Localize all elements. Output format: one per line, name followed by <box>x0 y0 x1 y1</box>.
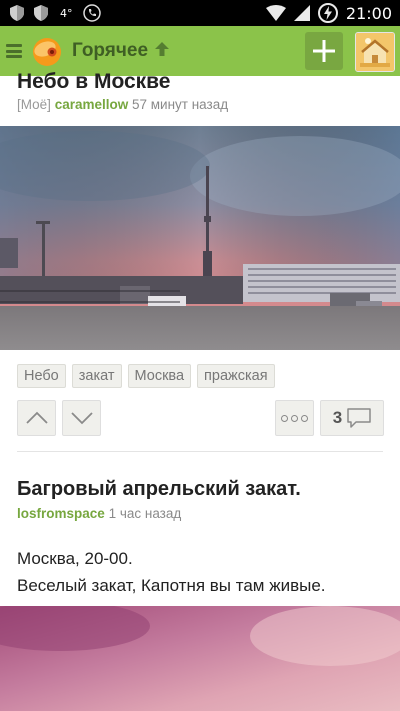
post-time: 57 минут назад <box>132 97 229 112</box>
mine-tag: [Моё] <box>17 97 51 112</box>
post-time: 1 час назад <box>108 506 182 521</box>
post-title[interactable]: Багровый апрельский закат. <box>17 478 301 501</box>
arrow-up-icon[interactable] <box>154 41 170 62</box>
app-logo[interactable] <box>30 34 64 68</box>
post-meta: [Моё] caramellow 57 минут назад <box>17 97 228 112</box>
page-title[interactable]: Горячее <box>72 40 148 62</box>
post-body-line: Москва, 20-00. <box>17 549 133 568</box>
app-bar: Горячее <box>0 26 400 76</box>
shield-icon <box>10 5 24 21</box>
tag-item[interactable]: закат <box>71 364 122 388</box>
comments-button[interactable]: 3 <box>320 400 384 436</box>
post-author[interactable]: caramellow <box>55 97 129 112</box>
status-bar: 4° 21:00 <box>0 0 400 26</box>
tag-item[interactable]: пражская <box>197 364 275 388</box>
post-divider <box>17 451 383 452</box>
post-image[interactable] <box>0 606 400 711</box>
comments-count: 3 <box>332 408 343 427</box>
user-avatar[interactable] <box>355 32 395 72</box>
post-meta: losfromspace 1 час назад <box>17 506 181 521</box>
clock: 21:00 <box>345 3 392 23</box>
wifi-icon <box>265 5 286 21</box>
dot-icon <box>291 414 298 422</box>
post-body: Москва, 20-00. Веселый закат, Капотня вы… <box>17 545 326 599</box>
signal-icon <box>293 5 310 21</box>
post-image[interactable] <box>0 126 400 350</box>
more-options-button[interactable] <box>275 400 314 436</box>
upvote-button[interactable] <box>17 400 56 436</box>
add-post-button[interactable] <box>305 32 343 70</box>
tag-item[interactable]: Москва <box>127 364 192 388</box>
dot-icon <box>281 414 288 422</box>
post-author[interactable]: losfromspace <box>17 506 105 521</box>
post-tags: Небо закат Москва пражская <box>17 364 275 388</box>
post-body-line: Веселый закат, Капотня вы там живые. <box>17 576 326 595</box>
shield-icon <box>34 5 48 21</box>
post-title[interactable]: Небо в Москве <box>17 70 171 94</box>
dot-icon <box>301 414 308 422</box>
phone-call-icon <box>82 4 101 22</box>
downvote-button[interactable] <box>62 400 101 436</box>
battery-charging-icon <box>317 3 338 23</box>
comment-icon <box>347 408 371 428</box>
chevron-up-icon <box>25 411 48 424</box>
plus-icon <box>313 40 335 62</box>
tag-item[interactable]: Небо <box>17 364 66 388</box>
menu-icon[interactable] <box>6 44 22 58</box>
temperature: 4° <box>60 6 73 20</box>
chevron-down-icon <box>70 412 93 425</box>
